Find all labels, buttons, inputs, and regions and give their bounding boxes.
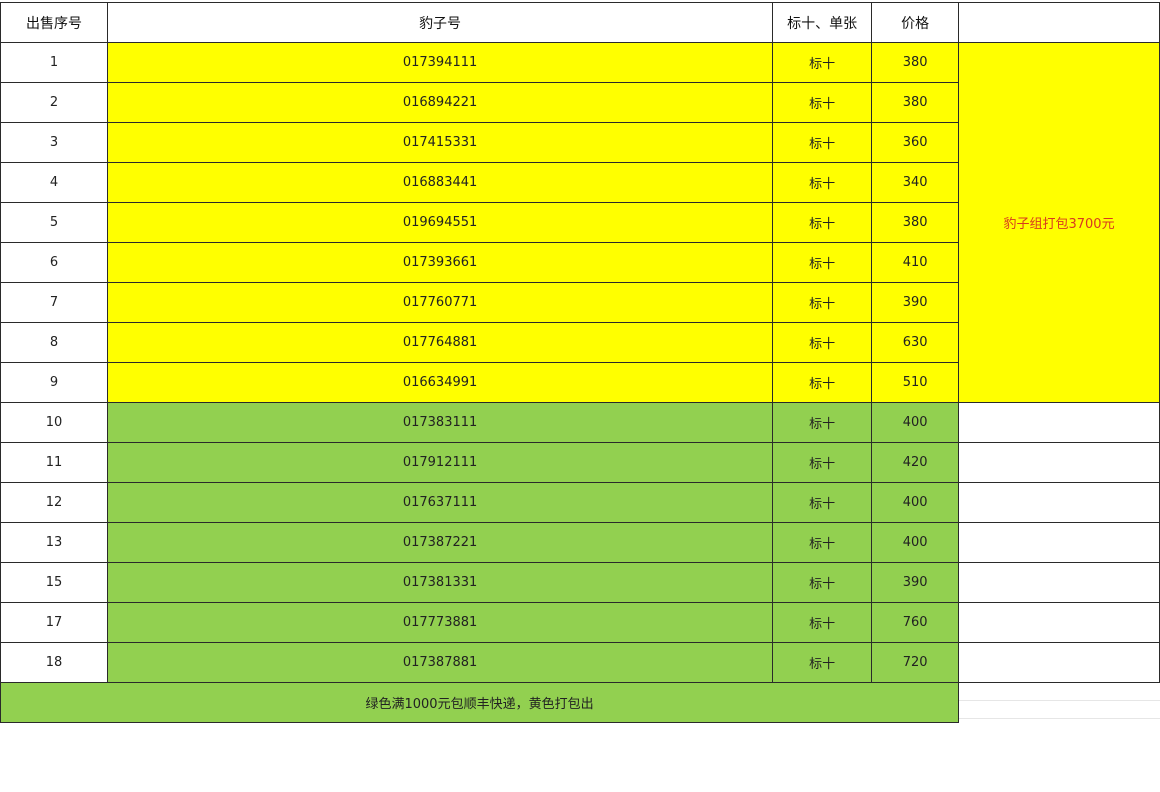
- cell-code[interactable]: 019694551: [106, 202, 774, 243]
- cell-seq[interactable]: 15: [0, 562, 108, 603]
- empty-cell[interactable]: [958, 442, 1160, 483]
- cell-type[interactable]: 标十: [772, 362, 873, 403]
- cell-seq[interactable]: 4: [0, 162, 108, 203]
- cell-code[interactable]: 017393661: [106, 242, 774, 283]
- empty-cell[interactable]: [958, 562, 1160, 603]
- table-row: 11 017912111 标十 420: [0, 442, 1160, 483]
- cell-seq[interactable]: 12: [0, 482, 108, 523]
- cell-price[interactable]: 510: [871, 362, 960, 403]
- cell-price[interactable]: 630: [871, 322, 960, 363]
- gridlines: [959, 683, 1160, 723]
- cell-price[interactable]: 360: [871, 122, 960, 163]
- header-price[interactable]: 价格: [871, 2, 960, 43]
- table-row: 17 017773881 标十 760: [0, 602, 1160, 643]
- header-row: 出售序号 豹子号 标十、单张 价格: [0, 2, 1160, 43]
- cell-type[interactable]: 标十: [772, 282, 873, 323]
- empty-cell[interactable]: [958, 602, 1160, 643]
- cell-price[interactable]: 400: [871, 402, 960, 443]
- cell-seq[interactable]: 11: [0, 442, 108, 483]
- cell-code[interactable]: 017773881: [106, 602, 774, 643]
- cell-code[interactable]: 017394111: [106, 42, 774, 83]
- cell-price[interactable]: 400: [871, 482, 960, 523]
- cell-code[interactable]: 016634991: [106, 362, 774, 403]
- cell-type[interactable]: 标十: [772, 42, 873, 83]
- cell-code[interactable]: 016883441: [106, 162, 774, 203]
- price-table: 出售序号 豹子号 标十、单张 价格 1 017394111 标十 380 豹子组打包37…: [0, 2, 1160, 723]
- cell-code[interactable]: 017764881: [106, 322, 774, 363]
- cell-code[interactable]: 017383111: [106, 402, 774, 443]
- spreadsheet: 出售序号 豹子号 标十、单张 价格 1 017394111 标十 380 豹子组打包37…: [0, 0, 1160, 792]
- table-body: 1 017394111 标十 380 豹子组打包3700元 2 016894221 标十 380…: [0, 42, 1160, 723]
- cell-code[interactable]: 017387221: [106, 522, 774, 563]
- header-seq[interactable]: 出售序号: [0, 2, 108, 43]
- cell-price[interactable]: 760: [871, 602, 960, 643]
- cell-code[interactable]: 017381331: [106, 562, 774, 603]
- footer-row: 绿色满1000元包顺丰快递，黄色打包出: [0, 682, 1160, 723]
- cell-code[interactable]: 017912111: [106, 442, 774, 483]
- cell-type[interactable]: 标十: [772, 602, 873, 643]
- cell-type[interactable]: 标十: [772, 322, 873, 363]
- cell-seq[interactable]: 2: [0, 82, 108, 123]
- cell-price[interactable]: 380: [871, 42, 960, 83]
- cell-type[interactable]: 标十: [772, 242, 873, 283]
- cell-code[interactable]: 017760771: [106, 282, 774, 323]
- cell-price[interactable]: 390: [871, 562, 960, 603]
- cell-type[interactable]: 标十: [772, 522, 873, 563]
- table-row: 1 017394111 标十 380 豹子组打包3700元: [0, 42, 1160, 403]
- cell-seq[interactable]: 13: [0, 522, 108, 563]
- table-row: 12 017637111 标十 400: [0, 482, 1160, 523]
- empty-cell[interactable]: [958, 402, 1160, 443]
- empty-cell[interactable]: [958, 2, 1160, 43]
- cell-price[interactable]: 400: [871, 522, 960, 563]
- cell-price[interactable]: 420: [871, 442, 960, 483]
- cell-price[interactable]: 380: [871, 202, 960, 243]
- cell-type[interactable]: 标十: [772, 642, 873, 683]
- empty-cell[interactable]: [958, 642, 1160, 683]
- cell-type[interactable]: 标十: [772, 162, 873, 203]
- cell-price[interactable]: 720: [871, 642, 960, 683]
- cell-price[interactable]: 340: [871, 162, 960, 203]
- cell-seq[interactable]: 18: [0, 642, 108, 683]
- cell-code[interactable]: 017387881: [106, 642, 774, 683]
- table-row: 13 017387221 标十 400: [0, 522, 1160, 563]
- cell-seq[interactable]: 1: [0, 42, 108, 83]
- cell-seq[interactable]: 10: [0, 402, 108, 443]
- cell-type[interactable]: 标十: [772, 482, 873, 523]
- header-code[interactable]: 豹子号: [106, 2, 774, 43]
- shipping-note-cell[interactable]: 绿色满1000元包顺丰快递，黄色打包出: [0, 682, 960, 723]
- cell-seq[interactable]: 17: [0, 602, 108, 643]
- cell-type[interactable]: 标十: [772, 202, 873, 243]
- cell-type[interactable]: 标十: [772, 562, 873, 603]
- table-row: 10 017383111 标十 400: [0, 402, 1160, 443]
- empty-cell[interactable]: [958, 682, 1160, 723]
- cell-code[interactable]: 017415331: [106, 122, 774, 163]
- table-row: 18 017387881 标十 720: [0, 642, 1160, 683]
- table-row: 15 017381331 标十 390: [0, 562, 1160, 603]
- cell-seq[interactable]: 8: [0, 322, 108, 363]
- cell-type[interactable]: 标十: [772, 402, 873, 443]
- cell-code[interactable]: 017637111: [106, 482, 774, 523]
- empty-cell[interactable]: [958, 522, 1160, 563]
- cell-type[interactable]: 标十: [772, 442, 873, 483]
- cell-price[interactable]: 390: [871, 282, 960, 323]
- cell-seq[interactable]: 9: [0, 362, 108, 403]
- package-note-cell[interactable]: 豹子组打包3700元: [958, 42, 1160, 403]
- cell-type[interactable]: 标十: [772, 122, 873, 163]
- cell-seq[interactable]: 7: [0, 282, 108, 323]
- cell-price[interactable]: 410: [871, 242, 960, 283]
- cell-seq[interactable]: 5: [0, 202, 108, 243]
- empty-cell[interactable]: [958, 482, 1160, 523]
- cell-seq[interactable]: 3: [0, 122, 108, 163]
- header-type[interactable]: 标十、单张: [772, 2, 873, 43]
- cell-seq[interactable]: 6: [0, 242, 108, 283]
- cell-type[interactable]: 标十: [772, 82, 873, 123]
- cell-code[interactable]: 016894221: [106, 82, 774, 123]
- cell-price[interactable]: 380: [871, 82, 960, 123]
